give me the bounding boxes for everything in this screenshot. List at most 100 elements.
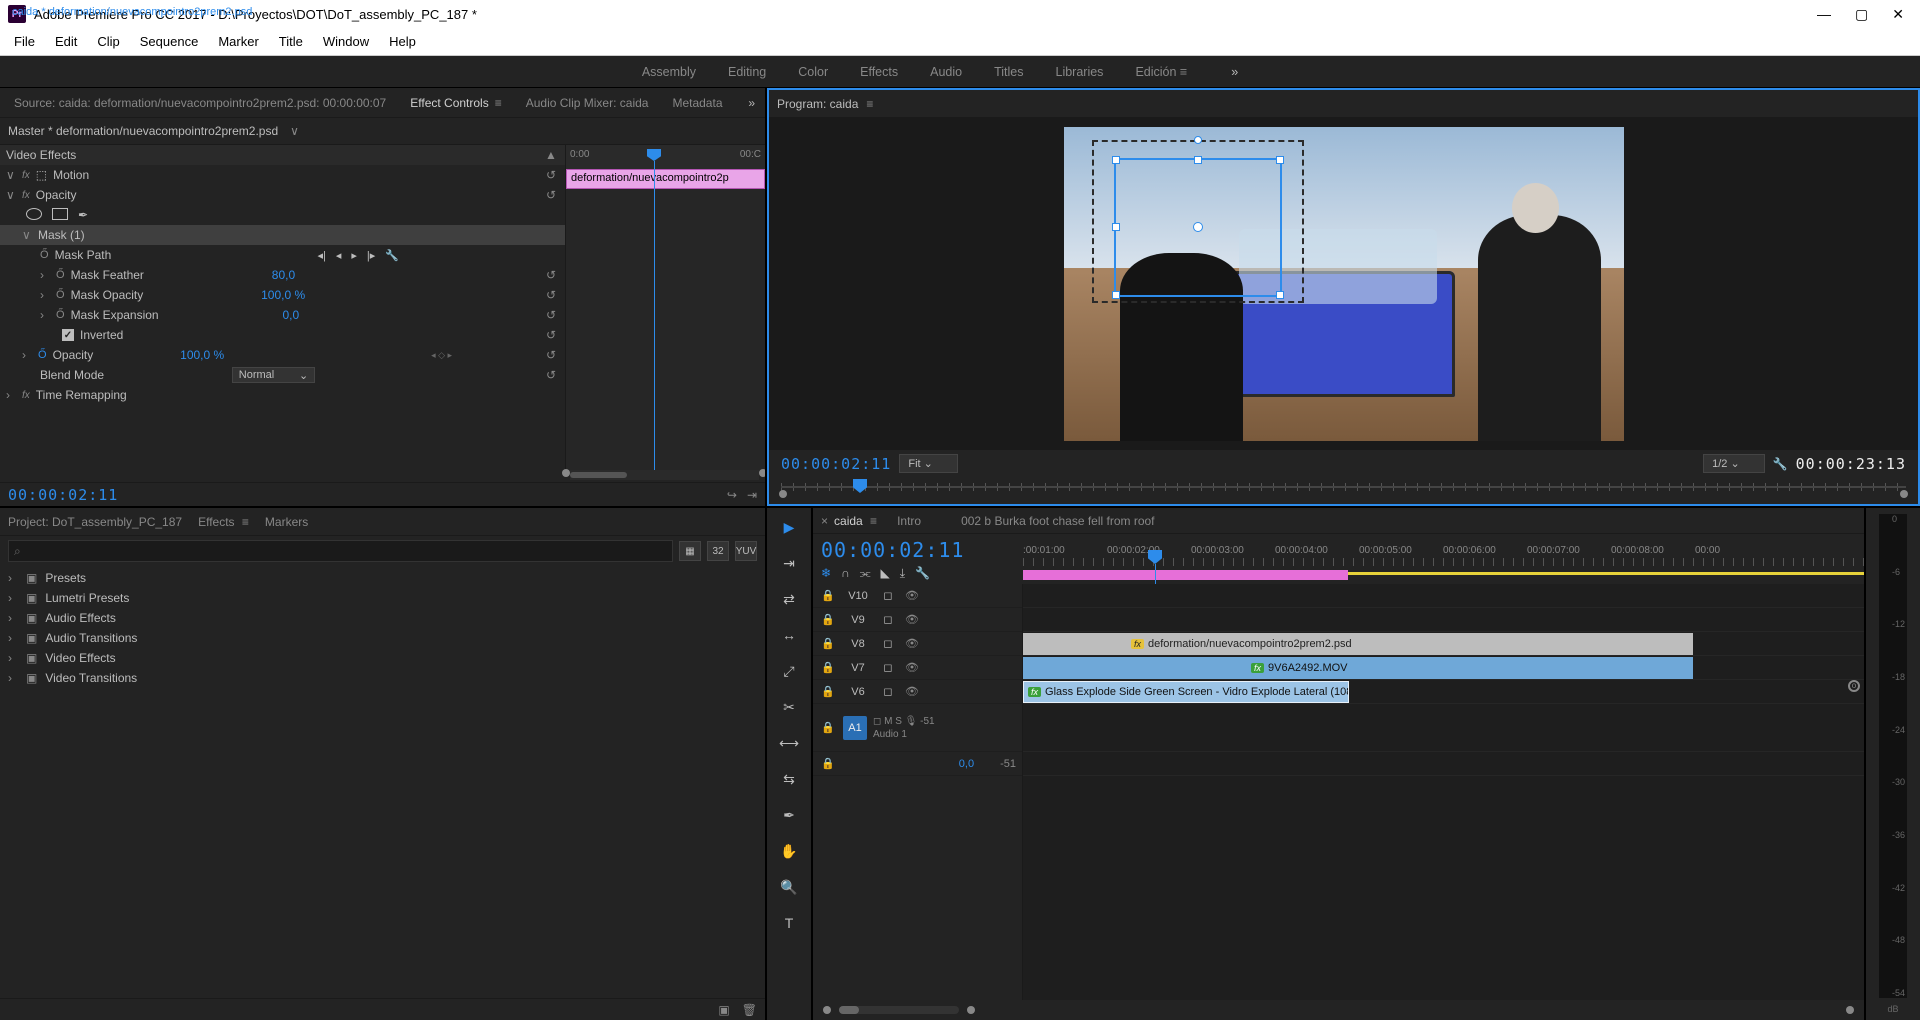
resolution-select[interactable]: 1/2 ⌄ bbox=[1703, 454, 1765, 473]
timeline-timecode[interactable]: 00:00:02:11 bbox=[821, 538, 1015, 562]
mask-rect-icon[interactable] bbox=[52, 208, 68, 220]
reset-icon[interactable]: ↺ bbox=[543, 168, 559, 182]
ec-playhead[interactable] bbox=[654, 149, 661, 470]
ec-master-label[interactable]: Master * deformation/nuevacompointro2pre… bbox=[8, 124, 278, 138]
hand-tool-icon[interactable]: ✋ bbox=[776, 838, 802, 864]
clip-v7[interactable]: fx9V6A2492.MOV bbox=[1023, 657, 1693, 679]
settings-wrench-icon[interactable]: 🔧 bbox=[915, 566, 930, 581]
track-header-a1[interactable]: 🔒 A1 ◻ M S 🎙 -51 Audio 1 bbox=[813, 704, 1022, 752]
mask-step-fwd-icon[interactable]: |▸ bbox=[367, 249, 375, 262]
reset-icon[interactable]: ↺ bbox=[543, 368, 559, 382]
track-header-v7[interactable]: 🔒V7◻👁 bbox=[813, 656, 1022, 680]
sequence-tab-caida[interactable]: caida ≡ bbox=[821, 514, 877, 528]
mask-handle[interactable] bbox=[1276, 291, 1284, 299]
panel-menu-icon[interactable]: ≡ bbox=[870, 514, 877, 528]
maximize-icon[interactable]: ▢ bbox=[1855, 6, 1868, 23]
mask-handle[interactable] bbox=[1194, 156, 1202, 164]
scrub-zoom-handle[interactable] bbox=[779, 490, 787, 498]
workspace-titles[interactable]: Titles bbox=[994, 65, 1023, 79]
reset-icon[interactable]: ↺ bbox=[543, 308, 559, 322]
mask-expansion[interactable]: ›Ő Mask Expansion 0,0 ↺ bbox=[0, 305, 565, 325]
zoom-in-handle[interactable] bbox=[967, 1006, 975, 1014]
track-select-tool-icon[interactable]: ⇥ bbox=[776, 550, 802, 576]
scroll-up-icon[interactable]: ▲ bbox=[543, 148, 559, 162]
pen-tool-icon[interactable]: ✒ bbox=[776, 802, 802, 828]
workspace-active[interactable]: Edición ≡ bbox=[1135, 65, 1187, 79]
mask-feather[interactable]: ›Ő Mask Feather 80,0 ↺ bbox=[0, 265, 565, 285]
panel-menu-icon[interactable]: ≡ bbox=[242, 515, 249, 529]
mask-handle[interactable] bbox=[1276, 156, 1284, 164]
mask-step-back-icon[interactable]: ◂ bbox=[336, 249, 342, 262]
ec-insert-icon[interactable]: ↪ bbox=[727, 488, 737, 502]
mask-handle[interactable] bbox=[1112, 223, 1120, 231]
clip-end-marker-icon[interactable]: o bbox=[1848, 680, 1860, 692]
mask-pen-icon[interactable]: ✒ bbox=[78, 208, 88, 222]
mask-handle[interactable] bbox=[1112, 291, 1120, 299]
sequence-tab-intro[interactable]: Intro bbox=[897, 514, 921, 528]
track-header-v6[interactable]: 🔒V6◻👁 bbox=[813, 680, 1022, 704]
ec-mini-timeline[interactable]: 0:00 00:C deformation/nuevacompointro2p bbox=[565, 145, 765, 470]
mask-inverted[interactable]: ✓ Inverted ↺ bbox=[0, 325, 565, 345]
folder-video-effects[interactable]: ›▣Video Effects bbox=[0, 648, 765, 668]
reset-icon[interactable]: ↺ bbox=[543, 188, 559, 202]
track-header-v10[interactable]: 🔒V10◻👁 bbox=[813, 584, 1022, 608]
timeline-hscroll[interactable] bbox=[839, 1006, 959, 1014]
slip-tool-icon[interactable]: ⟷ bbox=[776, 730, 802, 756]
folder-audio-effects[interactable]: ›▣Audio Effects bbox=[0, 608, 765, 628]
inverted-checkbox[interactable]: ✓ bbox=[62, 329, 74, 341]
rate-stretch-tool-icon[interactable]: ⤢ bbox=[776, 658, 802, 684]
tab-markers[interactable]: Markers bbox=[265, 515, 308, 529]
fx-yuv-icon[interactable]: YUV bbox=[735, 541, 757, 561]
workspace-libraries[interactable]: Libraries bbox=[1056, 65, 1104, 79]
workspace-menu-icon[interactable]: ≡ bbox=[1180, 65, 1187, 79]
menu-window[interactable]: Window bbox=[313, 30, 379, 53]
menu-file[interactable]: File bbox=[4, 30, 45, 53]
ec-timecode[interactable]: 00:00:02:11 bbox=[8, 486, 118, 504]
tab-effects[interactable]: Effects ≡ bbox=[198, 515, 249, 529]
mask-opacity[interactable]: ›Ő Mask Opacity 100,0 % ↺ bbox=[0, 285, 565, 305]
mask-1[interactable]: ∨ Mask (1) bbox=[0, 225, 565, 245]
menu-title[interactable]: Title bbox=[269, 30, 313, 53]
folder-audio-transitions[interactable]: ›▣Audio Transitions bbox=[0, 628, 765, 648]
selection-tool-icon[interactable]: ▶ bbox=[776, 514, 802, 540]
ec-hscroll[interactable] bbox=[570, 470, 759, 480]
tab-source[interactable]: Source: caida: deformation/nuevacompoint… bbox=[4, 90, 396, 116]
folder-presets[interactable]: ›▣Presets bbox=[0, 568, 765, 588]
fx-accel-icon[interactable]: ▦ bbox=[679, 541, 701, 561]
effects-search-input[interactable] bbox=[8, 540, 673, 562]
workspace-effects[interactable]: Effects bbox=[860, 65, 898, 79]
reset-icon[interactable]: ↺ bbox=[543, 328, 559, 342]
zoom-out-handle[interactable] bbox=[823, 1006, 831, 1014]
track-header-v8[interactable]: 🔒V8◻👁 bbox=[813, 632, 1022, 656]
settings-wrench-icon[interactable]: 🔧 bbox=[1773, 457, 1788, 471]
mask-path[interactable]: Ő Mask Path ◂| ◂ ▸ |▸ 🔧 bbox=[0, 245, 565, 265]
mask-bounds[interactable] bbox=[1114, 158, 1282, 296]
track-header-master[interactable]: 🔒0,0-51 bbox=[813, 752, 1022, 776]
timeline-playhead[interactable] bbox=[1155, 550, 1162, 564]
blend-mode-select[interactable]: Normal ⌄ bbox=[232, 367, 315, 383]
menu-edit[interactable]: Edit bbox=[45, 30, 87, 53]
opacity-prop[interactable]: ›Ő Opacity 100,0 % ◂ ◇ ▸ ↺ bbox=[0, 345, 565, 365]
folder-lumetri[interactable]: ›▣Lumetri Presets bbox=[0, 588, 765, 608]
zoom-tool-icon[interactable]: 🔍 bbox=[776, 874, 802, 900]
snap-icon[interactable]: ❄ bbox=[821, 566, 831, 581]
ec-overwrite-icon[interactable]: ⇥ bbox=[747, 488, 757, 502]
mask-track-fwd-icon[interactable]: ▸ bbox=[351, 249, 357, 262]
slide-tool-icon[interactable]: ⇆ bbox=[776, 766, 802, 792]
workspace-editing[interactable]: Editing bbox=[728, 65, 766, 79]
tab-audio-mixer[interactable]: Audio Clip Mixer: caida bbox=[516, 90, 659, 116]
tab-project[interactable]: Project: DoT_assembly_PC_187 bbox=[8, 515, 182, 529]
menu-help[interactable]: Help bbox=[379, 30, 426, 53]
keyframe-nav[interactable]: ◂ ◇ ▸ bbox=[431, 350, 452, 361]
close-icon[interactable]: ✕ bbox=[1892, 6, 1904, 23]
tab-metadata[interactable]: Metadata bbox=[662, 90, 732, 116]
program-scrub-bar[interactable] bbox=[781, 477, 1906, 497]
folder-video-transitions[interactable]: ›▣Video Transitions bbox=[0, 668, 765, 688]
marker-icon[interactable]: ◣ bbox=[881, 566, 890, 581]
effect-time-remapping[interactable]: ›fx Time Remapping bbox=[0, 385, 565, 405]
mask-opacity-value[interactable]: 100,0 % bbox=[261, 288, 305, 302]
menu-clip[interactable]: Clip bbox=[87, 30, 129, 53]
fx-32bit-icon[interactable]: 32 bbox=[707, 541, 729, 561]
panel-menu-icon[interactable]: ≡ bbox=[495, 96, 502, 110]
a1-target[interactable]: A1 bbox=[843, 716, 867, 740]
